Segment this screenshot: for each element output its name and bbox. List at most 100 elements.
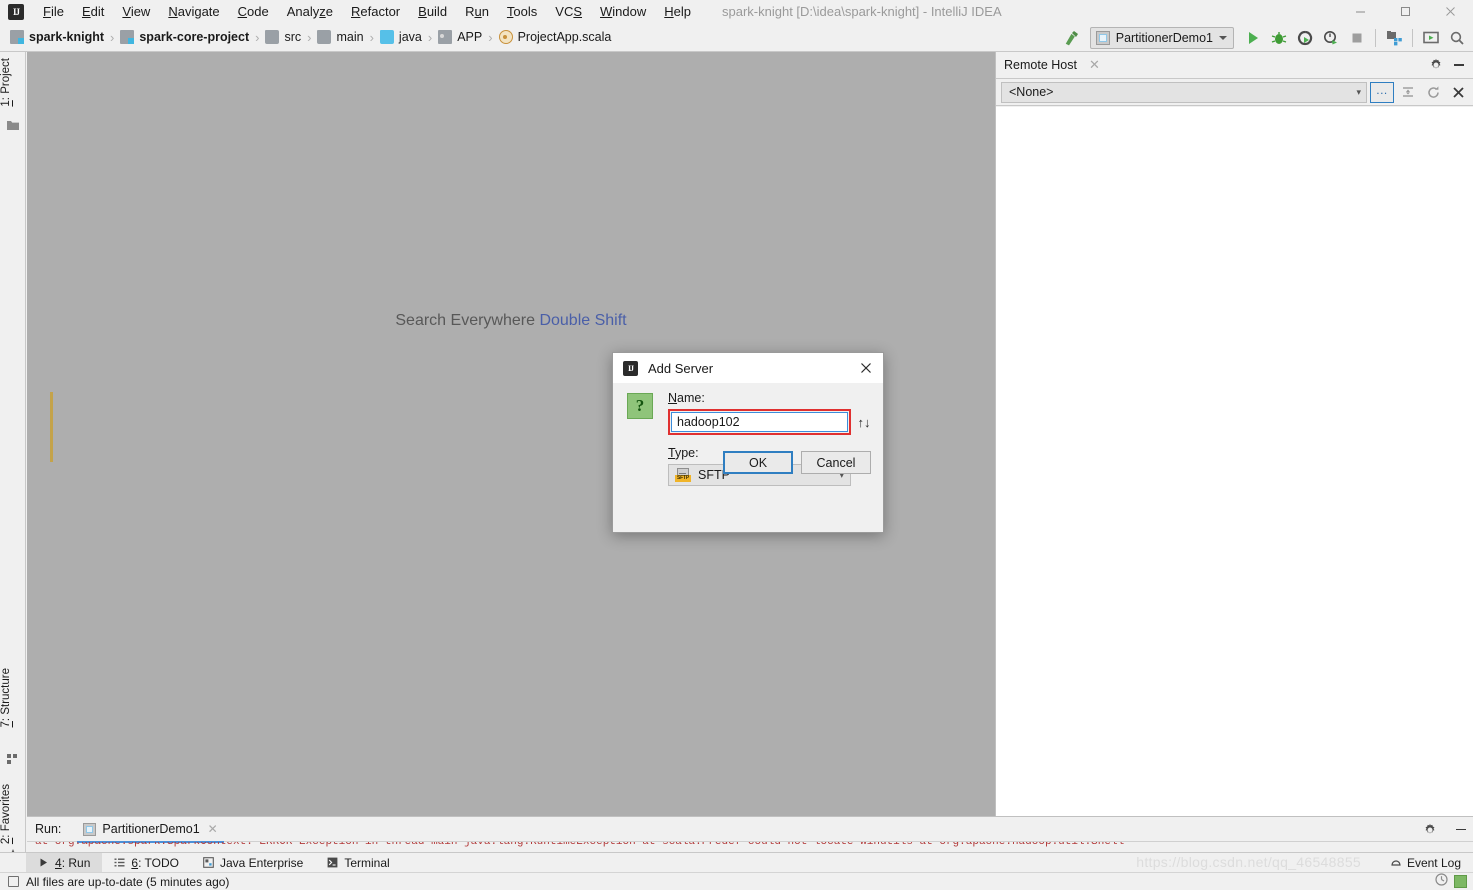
breadcrumb-item-spark-core-project[interactable]: spark-core-project: [120, 30, 249, 44]
menu-run[interactable]: Run: [456, 1, 498, 22]
toolbar-divider: [1375, 28, 1376, 47]
close-x-icon[interactable]: [1447, 82, 1469, 103]
tab-terminal[interactable]: Terminal: [315, 853, 401, 873]
menu-navigate[interactable]: Navigate: [159, 1, 228, 22]
inspection-status-icon[interactable]: [1435, 873, 1448, 889]
breadcrumb-label: spark-knight: [29, 30, 105, 44]
run-tab-partitionerdemo1[interactable]: PartitionerDemo1 ✕: [77, 817, 225, 843]
search-button[interactable]: [1445, 26, 1469, 50]
tab-run[interactable]: 4: Run: [26, 852, 103, 873]
refresh-icon[interactable]: [1422, 82, 1444, 103]
close-icon[interactable]: ✕: [208, 822, 218, 836]
menu-vcs[interactable]: VCS: [546, 1, 591, 22]
run-configuration-selector[interactable]: PartitionerDemo1: [1089, 26, 1234, 49]
toolbar-divider: [1412, 28, 1413, 47]
run-label: Run:: [35, 822, 62, 836]
collapse-all-icon[interactable]: [1397, 82, 1419, 103]
server-select-value: <None>: [1009, 85, 1054, 99]
cancel-button[interactable]: Cancel: [801, 451, 871, 474]
menu-code[interactable]: Code: [229, 1, 278, 22]
breadcrumb-item-spark-knight[interactable]: spark-knight: [10, 30, 104, 44]
gear-icon[interactable]: [1423, 823, 1437, 837]
breadcrumb-separator: ›: [427, 29, 433, 45]
run-button[interactable]: [1241, 26, 1265, 50]
sidebar-item-structure[interactable]: 7: Structure: [0, 662, 26, 733]
menu-refactor[interactable]: Refactor: [342, 1, 409, 22]
sidebar-item-project[interactable]: 1: Project: [0, 52, 26, 113]
breadcrumb-item-main[interactable]: main: [317, 30, 364, 44]
todo-list-icon: [114, 857, 126, 869]
project-structure-button[interactable]: [1382, 26, 1406, 50]
maximize-window-button[interactable]: [1383, 0, 1428, 23]
remote-host-tab-close-icon[interactable]: ✕: [1089, 57, 1100, 73]
help-icon[interactable]: ?: [627, 393, 653, 419]
dialog-close-button[interactable]: [853, 355, 879, 381]
dialog-buttons: OK Cancel: [723, 451, 871, 474]
remote-host-title: Remote Host: [1004, 58, 1077, 72]
build-project-button[interactable]: [1059, 26, 1083, 50]
event-log-button[interactable]: Event Log: [1390, 856, 1473, 870]
memory-indicator[interactable]: [1454, 874, 1467, 888]
dialog-body: ? Name: ↑↓ Type: SFTP SFTP ▾: [613, 383, 883, 486]
ok-button[interactable]: OK: [723, 451, 793, 474]
breadcrumb-separator: ›: [488, 29, 493, 45]
search-hint-shortcut: Double Shift: [539, 312, 627, 329]
window-title: spark-knight [D:\idea\spark-knight] - In…: [722, 4, 1002, 19]
source-folder-icon: [379, 30, 394, 44]
menu-view[interactable]: View: [113, 1, 159, 22]
run-tab-label: PartitionerDemo1: [102, 822, 200, 836]
project-folder-icon[interactable]: [6, 118, 20, 132]
breadcrumb-item-app[interactable]: APP: [438, 30, 482, 44]
minimize-icon[interactable]: [1453, 823, 1469, 837]
menu-edit[interactable]: Edit: [73, 1, 113, 22]
name-input[interactable]: [671, 412, 848, 432]
menu-analyze[interactable]: Analyze: [278, 1, 342, 22]
remote-host-header: Remote Host ✕: [996, 52, 1473, 79]
status-message: All files are up-to-date (5 minutes ago): [26, 874, 230, 889]
minimize-icon[interactable]: [1451, 58, 1467, 72]
gear-icon[interactable]: [1429, 58, 1443, 72]
menu-bar: File Edit View Navigate Code Analyze Ref…: [34, 1, 700, 22]
bottom-tool-tabs: 4: Run 6: TODO Java Enterprise Terminal …: [0, 852, 1473, 873]
server-select[interactable]: <None> ▾: [1001, 81, 1367, 103]
name-field-label: Name:: [668, 391, 705, 405]
tab-run-label: 4: Run: [55, 855, 91, 870]
run-header-actions: [1423, 817, 1469, 842]
menu-help[interactable]: Help: [655, 1, 700, 22]
chevron-down-icon: ▾: [1356, 86, 1361, 97]
menu-file[interactable]: File: [34, 1, 73, 22]
breadcrumb-item-java[interactable]: java: [379, 30, 422, 44]
swap-arrows-icon[interactable]: ↑↓: [857, 415, 871, 430]
menu-window[interactable]: Window: [591, 1, 655, 22]
breadcrumb-label: spark-core-project: [139, 30, 250, 44]
breadcrumb-separator: ›: [255, 29, 260, 45]
intellij-idea-logo-icon: IJ: [8, 3, 24, 20]
present-mode-button[interactable]: [1419, 26, 1443, 50]
add-server-dialog: IJ Add Server ? Name: ↑↓ Type:: [612, 352, 884, 533]
tab-todo[interactable]: 6: TODO: [102, 853, 191, 873]
browse-servers-button[interactable]: ...: [1370, 81, 1394, 103]
structure-icon[interactable]: [6, 752, 20, 766]
run-configuration-label: PartitionerDemo1: [1115, 30, 1213, 45]
menu-build[interactable]: Build: [409, 1, 456, 22]
breadcrumb-item-projectapp-scala[interactable]: ProjectApp.scala: [498, 30, 611, 44]
stop-button[interactable]: [1345, 26, 1369, 50]
tab-todo-label: 6: TODO: [131, 855, 179, 870]
search-hint-text: Search Everywhere: [395, 312, 535, 329]
remote-host-file-tree[interactable]: [996, 107, 1473, 816]
close-window-button[interactable]: [1428, 0, 1473, 23]
run-config-icon: [1095, 30, 1110, 45]
tab-terminal-label: Terminal: [344, 855, 390, 870]
tab-java-enterprise[interactable]: Java Enterprise: [191, 853, 315, 873]
breadcrumb-item-src[interactable]: src: [265, 30, 301, 44]
breadcrumb-separator: ›: [307, 29, 312, 45]
breadcrumb-label: java: [398, 30, 422, 44]
main-toolbar: PartitionerDemo1: [1059, 23, 1469, 52]
menu-tools[interactable]: Tools: [498, 1, 546, 22]
left-tool-rail: 1: Project 7: Structure 2: Favorites: [0, 52, 26, 861]
sidebar-item-favorites[interactable]: 2: Favorites: [0, 778, 26, 850]
run-with-coverage-button[interactable]: [1293, 26, 1317, 50]
debug-button[interactable]: [1267, 26, 1291, 50]
minimize-window-button[interactable]: [1338, 0, 1383, 23]
profile-button[interactable]: [1319, 26, 1343, 50]
